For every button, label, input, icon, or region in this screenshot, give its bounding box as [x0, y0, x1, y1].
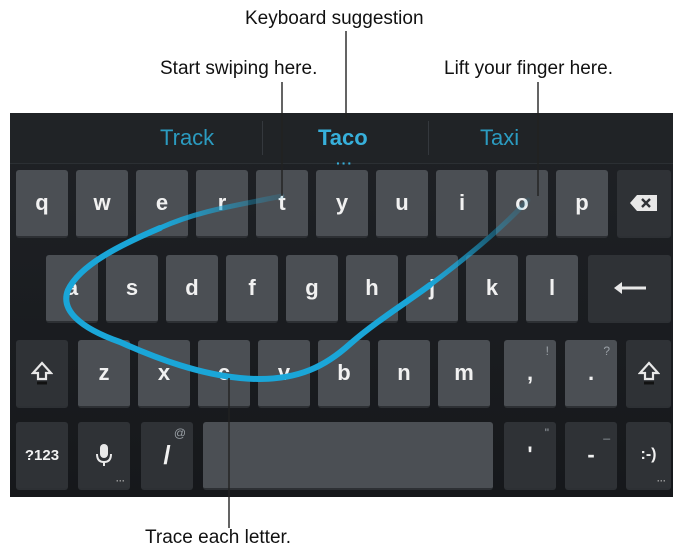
- suggestion-divider: [262, 121, 263, 155]
- key-r[interactable]: r: [196, 170, 248, 238]
- key-space[interactable]: [203, 422, 493, 490]
- key-dash[interactable]: - _: [565, 422, 617, 490]
- suggestion-divider: [428, 121, 429, 155]
- suggestion-taco[interactable]: Taco: [318, 125, 368, 151]
- key-comma-hint: !: [545, 344, 549, 358]
- key-apostrophe[interactable]: ' ": [504, 422, 556, 490]
- shift-icon: [637, 361, 660, 385]
- suggestion-more-indicator: ···: [336, 155, 353, 171]
- key-comma[interactable]: , !: [504, 340, 556, 408]
- key-w[interactable]: w: [76, 170, 128, 238]
- key-smiley-label: :-): [640, 446, 657, 463]
- key-z[interactable]: z: [78, 340, 130, 408]
- key-slash[interactable]: / @: [141, 422, 193, 490]
- callout-trace-letter: Trace each letter.: [145, 527, 292, 548]
- key-smiley[interactable]: :-) ···: [626, 422, 671, 490]
- key-apostrophe-hint: ": [544, 426, 549, 440]
- key-dash-hint: _: [603, 426, 610, 440]
- more-indicator-icon: ···: [116, 476, 125, 486]
- key-j[interactable]: j: [406, 255, 458, 323]
- key-s[interactable]: s: [106, 255, 158, 323]
- key-apostrophe-label: ': [527, 442, 533, 467]
- key-shift-right[interactable]: [626, 340, 671, 408]
- key-x[interactable]: x: [138, 340, 190, 408]
- shift-icon: [31, 361, 53, 385]
- key-dash-label: -: [587, 442, 595, 467]
- key-l[interactable]: l: [526, 255, 578, 323]
- callout-lift-finger: Lift your finger here.: [444, 58, 613, 79]
- key-y[interactable]: y: [316, 170, 368, 238]
- key-m[interactable]: m: [438, 340, 490, 408]
- suggestion-strip: Track Taco ··· Taxi: [10, 113, 673, 171]
- microphone-icon: [96, 443, 112, 467]
- key-b[interactable]: b: [318, 340, 370, 408]
- key-t[interactable]: t: [256, 170, 308, 238]
- key-period-hint: ?: [603, 344, 610, 358]
- key-k[interactable]: k: [466, 255, 518, 323]
- key-c[interactable]: c: [198, 340, 250, 408]
- suggestion-taxi[interactable]: Taxi: [480, 125, 519, 151]
- onscreen-keyboard: Track Taco ··· Taxi q w e r t y u i o p …: [10, 113, 673, 497]
- key-p[interactable]: p: [556, 170, 608, 238]
- key-g[interactable]: g: [286, 255, 338, 323]
- key-f[interactable]: f: [226, 255, 278, 323]
- key-symbols[interactable]: ?123: [16, 422, 68, 490]
- key-d[interactable]: d: [166, 255, 218, 323]
- key-shift-left[interactable]: [16, 340, 68, 408]
- key-u[interactable]: u: [376, 170, 428, 238]
- key-comma-label: ,: [526, 360, 534, 385]
- key-e[interactable]: e: [136, 170, 188, 238]
- key-enter[interactable]: [588, 255, 671, 323]
- key-slash-hint: @: [173, 426, 186, 440]
- callout-keyboard-suggestion: Keyboard suggestion: [245, 8, 424, 29]
- key-slash-label: /: [163, 439, 171, 470]
- key-i[interactable]: i: [436, 170, 488, 238]
- key-h[interactable]: h: [346, 255, 398, 323]
- more-indicator-icon: ···: [657, 476, 666, 486]
- callout-start-swiping: Start swiping here.: [160, 58, 318, 79]
- key-backspace[interactable]: [617, 170, 671, 238]
- suggestion-track[interactable]: Track: [160, 125, 214, 151]
- key-microphone[interactable]: ···: [78, 422, 130, 490]
- key-o[interactable]: o: [496, 170, 548, 238]
- key-v[interactable]: v: [258, 340, 310, 408]
- backspace-icon: [629, 194, 659, 212]
- key-a[interactable]: a: [46, 255, 98, 323]
- enter-icon: [613, 280, 647, 296]
- key-period-label: .: [587, 360, 595, 385]
- key-q[interactable]: q: [16, 170, 68, 238]
- key-n[interactable]: n: [378, 340, 430, 408]
- key-period[interactable]: . ?: [565, 340, 617, 408]
